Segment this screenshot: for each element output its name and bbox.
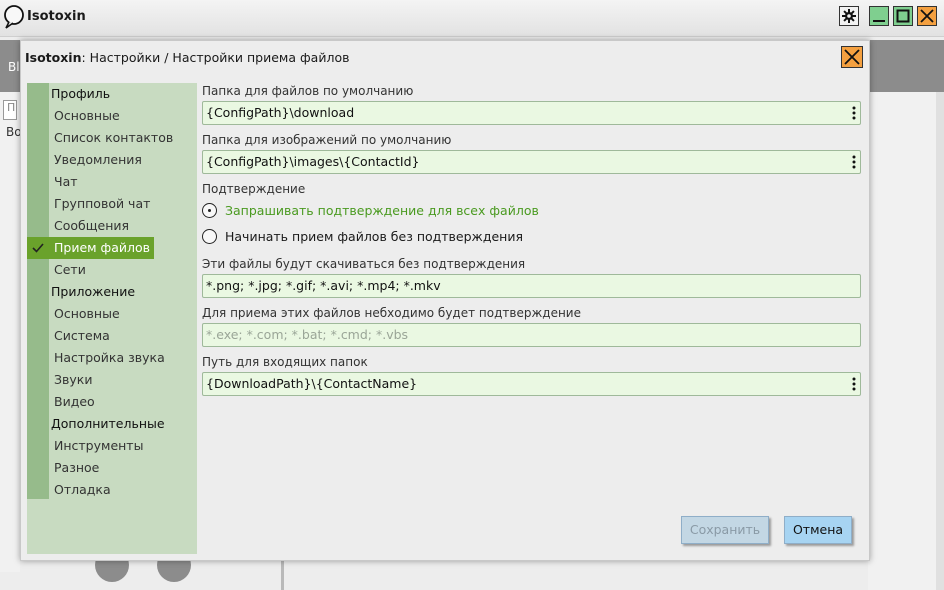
images-folder-field[interactable]: {ConfigPath}\images\{ContactId} <box>202 150 861 174</box>
close-icon <box>844 49 860 65</box>
sidebar-item[interactable]: Групповой чат <box>27 193 197 215</box>
sidebar-item-label: Уведомления <box>54 152 142 167</box>
sidebar-section[interactable]: Профиль <box>27 83 197 105</box>
sidebar-item[interactable]: Сети <box>27 259 197 281</box>
settings-sidebar: Профиль Основные Список контактов Уведомлен… <box>27 83 197 554</box>
sidebar-item-label: Приложение <box>51 284 136 299</box>
settings-dialog: Isotoxin: Настройки / Настройки приема ф… <box>20 40 870 561</box>
confirmation-label: Подтверждение <box>202 182 306 196</box>
sidebar-item-label: Дополнительные <box>51 416 165 431</box>
sidebar-item[interactable]: Уведомления <box>27 149 197 171</box>
sidebar-item-label: Видео <box>54 394 95 409</box>
cancel-button[interactable]: Отмена <box>784 516 852 544</box>
incoming-path-label: Путь для входящих папок <box>202 355 368 369</box>
isotoxin-logo-icon <box>4 5 24 29</box>
download-folder-label: Папка для файлов по умолчанию <box>202 84 414 98</box>
sidebar-item-label: Чат <box>54 174 78 189</box>
sidebar-item-label: Настройка звука <box>54 350 165 365</box>
sidebar-item[interactable]: Список контактов <box>27 127 197 149</box>
images-folder-label: Папка для изображений по умолчанию <box>202 133 452 147</box>
sidebar-item[interactable]: Отладка <box>27 479 197 501</box>
sidebar-item-label: Разное <box>54 460 100 475</box>
check-icon <box>32 243 44 253</box>
sidebar-item[interactable]: Система <box>27 325 197 347</box>
sidebar-item-label: Основные <box>54 306 120 321</box>
sidebar-section[interactable]: Приложение <box>27 281 197 303</box>
kebab-menu-icon[interactable] <box>852 106 856 120</box>
kebab-menu-icon[interactable] <box>852 377 856 391</box>
auto-download-label: Эти файлы будут скачиваться без подтверж… <box>202 257 526 271</box>
sidebar-item[interactable]: Разное <box>27 457 197 479</box>
sidebar-item-label: Профиль <box>51 86 111 101</box>
window-close-button[interactable] <box>917 6 937 26</box>
incoming-path-field[interactable]: {DownloadPath}\{ContactName} <box>202 372 861 396</box>
auto-download-field[interactable]: *.png; *.jpg; *.gif; *.avi; *.mp4; *.mkv <box>202 274 861 298</box>
minimize-icon <box>873 20 885 22</box>
app-title: Isotoxin <box>27 9 86 24</box>
sidebar-item-label: Основные <box>54 108 120 123</box>
background-left-panel <box>0 92 20 572</box>
confirm-files-label: Для приема этих файлов небходимо будет п… <box>202 306 581 320</box>
background-band-text: Bl <box>8 60 20 74</box>
close-icon <box>920 9 934 23</box>
sidebar-item[interactable]: Основные <box>27 303 197 325</box>
sidebar-item-label: Сообщения <box>54 218 130 233</box>
background-search-input[interactable]: П <box>3 100 17 120</box>
dialog-title-app: Isotoxin <box>25 50 82 65</box>
radio-no-confirm-label: Начинать прием файлов без подтверждения <box>225 229 523 244</box>
radio-button-checked[interactable] <box>202 203 217 218</box>
dialog-titlebar[interactable]: Isotoxin: Настройки / Настройки приема ф… <box>21 41 869 75</box>
minimize-button[interactable] <box>869 6 889 26</box>
download-folder-value: {ConfigPath}\download <box>206 105 355 120</box>
maximize-button[interactable] <box>893 6 913 26</box>
sidebar-item-label: Групповой чат <box>54 196 151 211</box>
sidebar-item-label: Инструменты <box>54 438 144 453</box>
incoming-path-value: {DownloadPath}\{ContactName} <box>206 376 418 391</box>
radio-confirm-all-label: Запрашивать подтверждение для всех файло… <box>225 203 539 218</box>
sidebar-item[interactable]: Чат <box>27 171 197 193</box>
gear-icon <box>842 9 856 23</box>
confirm-files-field[interactable] <box>202 323 861 347</box>
dialog-close-button[interactable] <box>841 46 863 68</box>
confirm-files-input[interactable] <box>206 324 826 345</box>
save-button[interactable]: Сохранить <box>681 516 769 544</box>
sidebar-item-label: Сети <box>54 262 86 277</box>
download-folder-field[interactable]: {ConfigPath}\download <box>202 101 861 125</box>
main-titlebar: Isotoxin <box>0 0 944 37</box>
sidebar-item[interactable]: Инструменты <box>27 435 197 457</box>
background-scrollbar[interactable] <box>936 92 944 590</box>
sidebar-section[interactable]: Дополнительные <box>27 413 197 435</box>
sidebar-item-label: Звуки <box>54 372 93 387</box>
kebab-menu-icon[interactable] <box>852 155 856 169</box>
sidebar-item-label: Список контактов <box>54 130 174 145</box>
dialog-title-path: : Настройки / Настройки приема файлов <box>81 50 350 65</box>
images-folder-value: {ConfigPath}\images\{ContactId} <box>206 154 420 169</box>
sidebar-item[interactable]: Видео <box>27 391 197 413</box>
maximize-icon <box>896 9 910 23</box>
sidebar-item[interactable]: Сообщения <box>27 215 197 237</box>
sidebar-item-label: Отладка <box>54 482 111 497</box>
sidebar-item[interactable]: Настройка звука <box>27 347 197 369</box>
sidebar-item[interactable]: Звуки <box>27 369 197 391</box>
sidebar-item-label: Прием файлов <box>54 240 151 255</box>
settings-button[interactable] <box>839 6 859 26</box>
auto-download-value: *.png; *.jpg; *.gif; *.avi; *.mp4; *.mkv <box>206 278 441 293</box>
sidebar-item-label: Система <box>54 328 110 343</box>
sidebar-item-active[interactable]: Прием файлов <box>27 237 154 259</box>
sidebar-item[interactable]: Основные <box>27 105 197 127</box>
dialog-title: Isotoxin: Настройки / Настройки приема ф… <box>25 50 349 65</box>
radio-button-unchecked[interactable] <box>202 229 217 244</box>
background-right-panel <box>868 92 944 590</box>
